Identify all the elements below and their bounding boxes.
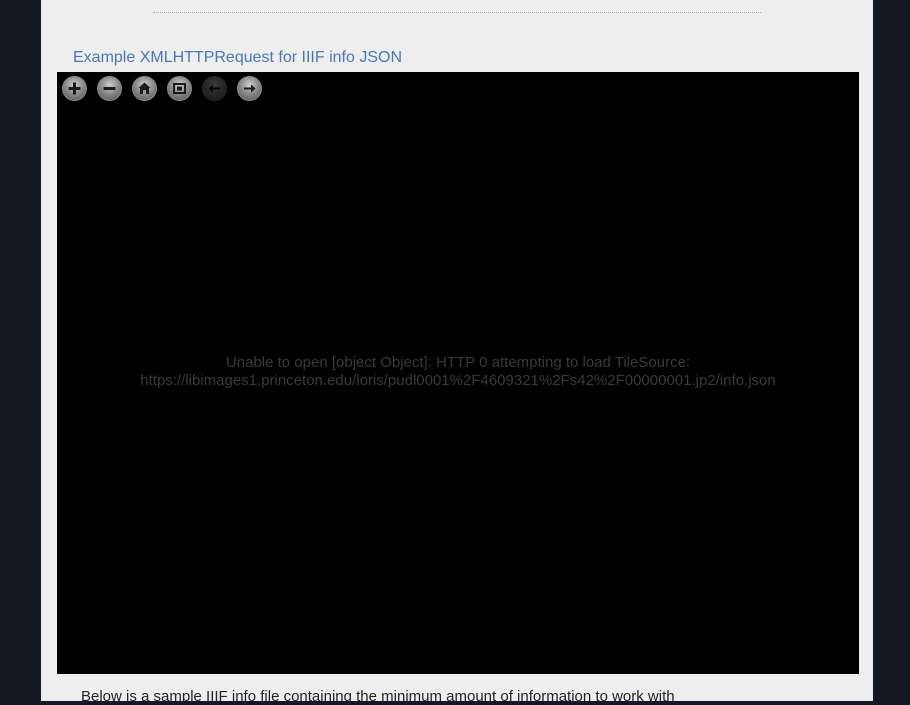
image-viewer[interactable]: Unable to open [object Object]: HTTP 0 a… [57, 72, 859, 674]
section-title: Example XMLHTTPRequest for IIIF info JSO… [73, 49, 402, 66]
dotted-divider [153, 12, 761, 13]
arrow-left-icon [208, 84, 220, 93]
next-button[interactable] [237, 76, 262, 101]
previous-button[interactable] [202, 76, 227, 101]
full-page-button[interactable] [167, 76, 192, 101]
arrow-right-icon [244, 84, 256, 93]
home-button[interactable] [132, 76, 157, 101]
viewer-error-message: Unable to open [object Object]: HTTP 0 a… [57, 354, 859, 390]
fullpage-icon [173, 83, 186, 94]
error-line-2: https://libimages1.princeton.edu/loris/p… [140, 372, 776, 389]
plus-icon [68, 82, 81, 95]
minus-icon [103, 87, 116, 90]
home-icon [138, 82, 151, 94]
intro-paragraph: Below is a sample IIIF info file contain… [81, 688, 675, 705]
zoom-out-button[interactable] [97, 76, 122, 101]
error-line-1: Unable to open [object Object]: HTTP 0 a… [225, 354, 691, 371]
content-page: Example XMLHTTPRequest for IIIF info JSO… [41, 0, 873, 705]
zoom-in-button[interactable] [62, 76, 87, 101]
